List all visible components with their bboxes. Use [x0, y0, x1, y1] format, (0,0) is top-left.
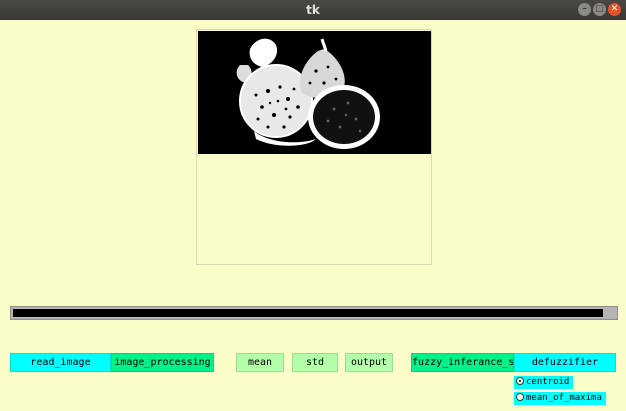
output-button[interactable]: output	[345, 353, 393, 372]
radio-selected-icon	[516, 377, 524, 385]
image-canvas	[196, 29, 432, 265]
title-bar: tk – ▢ ✕	[0, 0, 626, 20]
minimize-icon[interactable]: –	[578, 3, 591, 16]
progress-fill	[13, 309, 603, 317]
radio-label: mean_of_maxima	[526, 393, 602, 403]
radio-mean-of-maxima[interactable]: mean_of_maxima	[514, 392, 606, 405]
std-button[interactable]: std	[292, 353, 338, 372]
read-image-button[interactable]: read_image	[10, 353, 111, 372]
image-processing-button[interactable]: image_processing	[111, 353, 214, 372]
window-title: tk	[306, 3, 320, 17]
radio-unselected-icon	[516, 393, 524, 401]
processed-image	[198, 31, 431, 154]
mean-button[interactable]: mean	[236, 353, 284, 372]
fuzzy-inference-system-button[interactable]: fuzzy_inferance_system	[411, 353, 514, 372]
maximize-icon[interactable]: ▢	[593, 3, 606, 16]
progress-bar	[10, 306, 618, 320]
radio-label: centroid	[526, 377, 570, 387]
close-icon[interactable]: ✕	[608, 3, 621, 16]
defuzzifier-button[interactable]: defuzzifier	[514, 353, 616, 372]
radio-centroid[interactable]: centroid	[514, 376, 574, 389]
